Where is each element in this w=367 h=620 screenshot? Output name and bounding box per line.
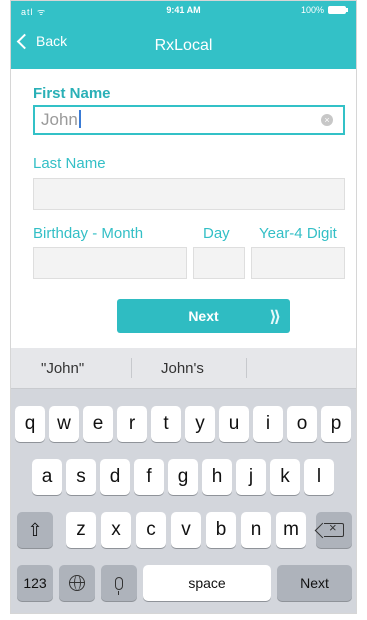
- key-u[interactable]: u: [219, 406, 249, 442]
- birth-year-label: Year-4 Digit: [259, 225, 337, 242]
- key-c[interactable]: c: [136, 512, 166, 548]
- space-key[interactable]: space: [143, 565, 271, 601]
- key-b[interactable]: b: [206, 512, 236, 548]
- globe-icon: [69, 575, 85, 591]
- key-v[interactable]: v: [171, 512, 201, 548]
- battery-status: 100%: [300, 5, 348, 15]
- birth-day-label: Day: [203, 225, 230, 242]
- key-p[interactable]: p: [321, 406, 351, 442]
- first-name-field[interactable]: John ×: [33, 105, 345, 135]
- page-title: RxLocal: [154, 37, 213, 54]
- key-h[interactable]: h: [202, 459, 232, 495]
- key-n[interactable]: n: [241, 512, 271, 548]
- battery-percent: 100%: [300, 5, 324, 15]
- key-s[interactable]: s: [66, 459, 96, 495]
- globe-key[interactable]: [59, 565, 95, 601]
- last-name-label: Last Name: [33, 155, 106, 172]
- key-w[interactable]: w: [49, 406, 79, 442]
- key-f[interactable]: f: [134, 459, 164, 495]
- dictation-key[interactable]: [101, 565, 137, 601]
- key-t[interactable]: t: [151, 406, 181, 442]
- key-g[interactable]: g: [168, 459, 198, 495]
- microphone-icon: [115, 576, 123, 595]
- nav-bar: Back RxLocal: [11, 19, 356, 69]
- delete-icon: [324, 520, 344, 537]
- key-a[interactable]: a: [32, 459, 62, 495]
- key-m[interactable]: m: [276, 512, 306, 548]
- key-e[interactable]: e: [83, 406, 113, 442]
- text-caret: [78, 110, 81, 128]
- phone-screen: atl ᯤ 9:41 AM 100% Back RxLocal First Na…: [10, 0, 357, 614]
- return-key[interactable]: Next: [277, 565, 352, 601]
- suggestion-divider: [131, 358, 132, 378]
- key-i[interactable]: i: [253, 406, 283, 442]
- double-chevron-right-icon: ⟩⟩: [269, 309, 281, 326]
- shift-key[interactable]: ⇧: [17, 512, 53, 548]
- shift-icon: ⇧: [27, 519, 43, 540]
- last-name-field[interactable]: [33, 178, 345, 210]
- clear-text-icon[interactable]: ×: [321, 114, 333, 126]
- key-z[interactable]: z: [66, 512, 96, 548]
- key-k[interactable]: k: [270, 459, 300, 495]
- suggestion-quoted[interactable]: "John": [41, 360, 84, 377]
- suggestion-bar: "John" John's: [11, 348, 356, 389]
- numbers-key[interactable]: 123: [17, 565, 53, 601]
- key-l[interactable]: l: [304, 459, 334, 495]
- key-x[interactable]: x: [101, 512, 131, 548]
- key-y[interactable]: y: [185, 406, 215, 442]
- key-q[interactable]: q: [15, 406, 45, 442]
- keyboard: "John" John's qwertyuiop asdfghjkl ⇧ zxc…: [11, 348, 356, 613]
- key-o[interactable]: o: [287, 406, 317, 442]
- suggestion-possessive[interactable]: John's: [161, 360, 204, 377]
- first-name-value: John: [41, 110, 81, 130]
- first-name-label: First Name: [33, 85, 111, 102]
- birth-month-field[interactable]: [33, 247, 187, 279]
- key-r[interactable]: r: [117, 406, 147, 442]
- birth-day-field[interactable]: [193, 247, 245, 279]
- next-button-label: Next: [188, 308, 219, 324]
- birth-year-field[interactable]: [251, 247, 345, 279]
- delete-key[interactable]: [316, 512, 352, 548]
- next-button[interactable]: Next ⟩⟩: [117, 299, 290, 333]
- birth-month-label: Birthday - Month: [33, 225, 144, 242]
- status-bar: atl ᯤ 9:41 AM 100%: [11, 1, 356, 19]
- suggestion-divider: [246, 358, 247, 378]
- key-d[interactable]: d: [100, 459, 130, 495]
- battery-icon: [328, 6, 348, 14]
- key-j[interactable]: j: [236, 459, 266, 495]
